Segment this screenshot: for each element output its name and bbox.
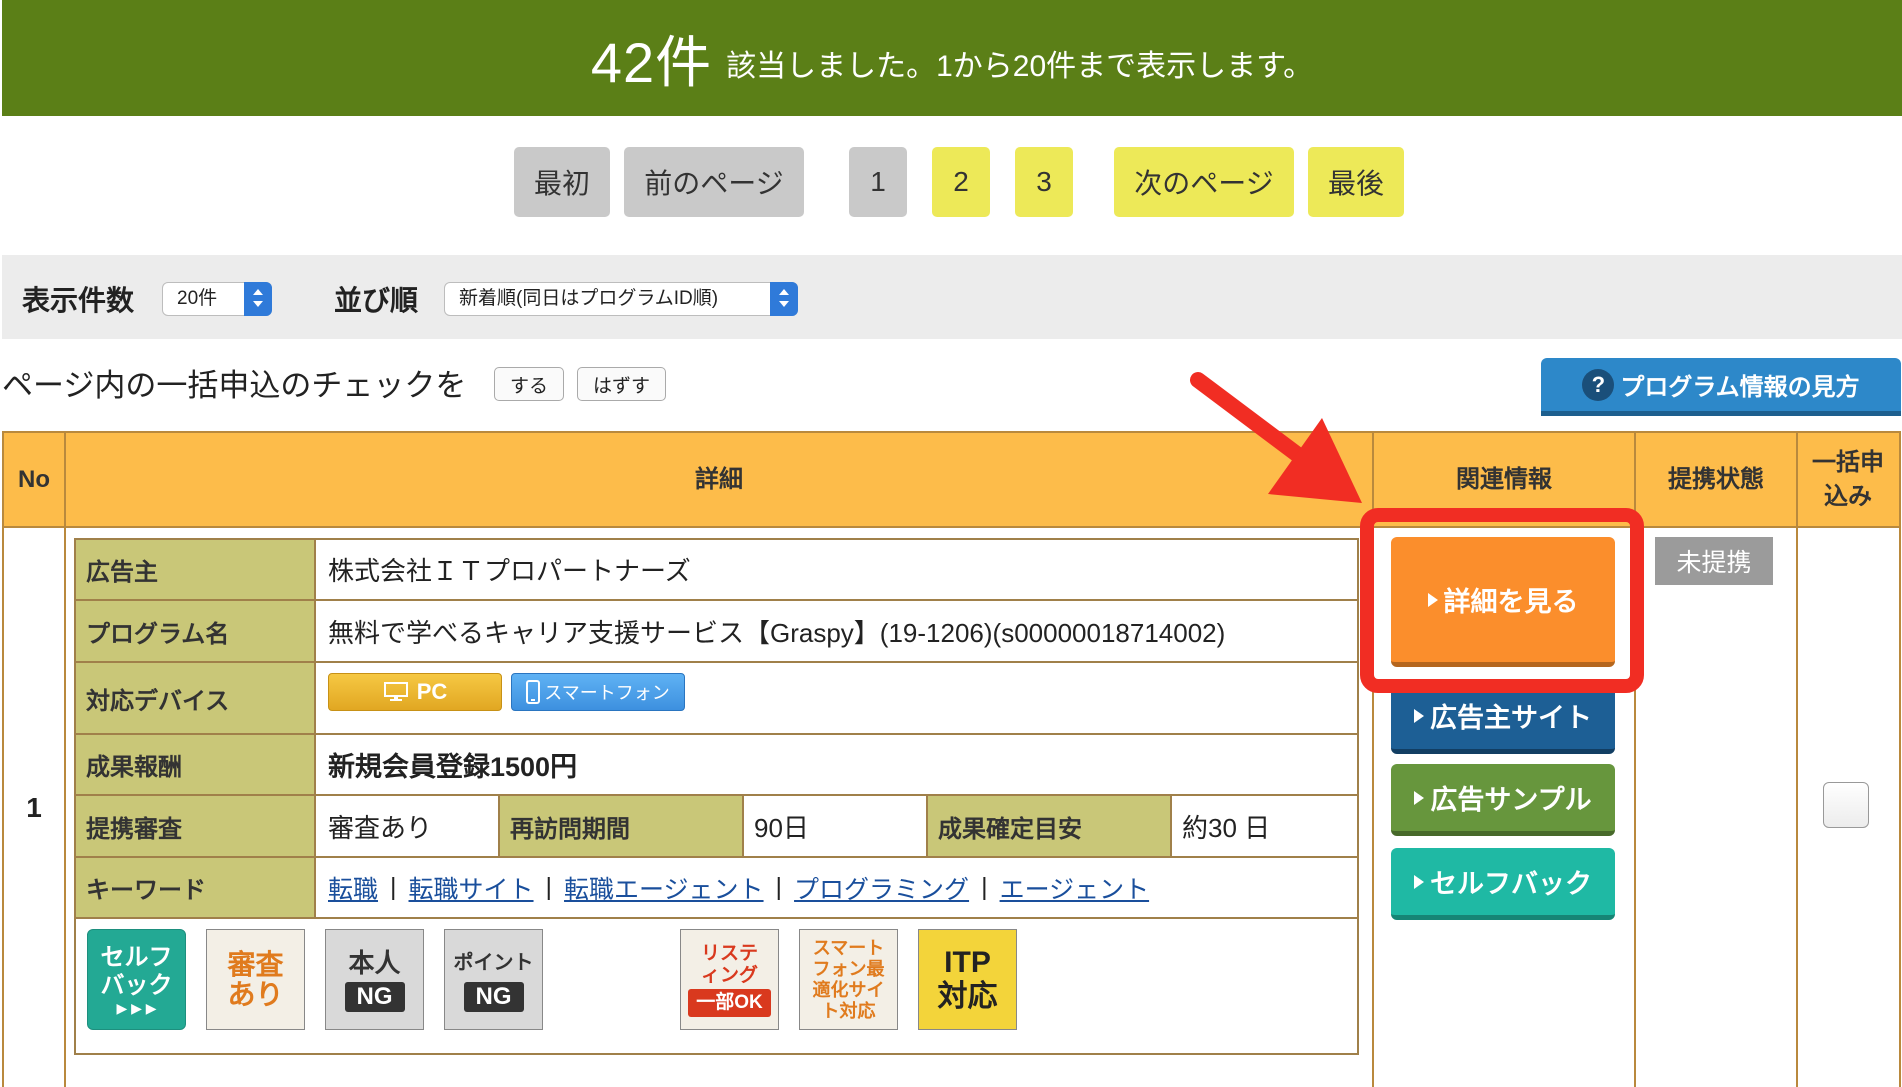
select-arrow-icon <box>244 282 272 316</box>
reward-row: 成果報酬 新規会員登録1500円 <box>76 735 1357 796</box>
play-icon <box>1414 874 1424 889</box>
partnership-status-badge: 未提携 <box>1655 537 1773 585</box>
bulk-apply-checkbox[interactable] <box>1823 782 1869 828</box>
play-icon <box>1414 790 1425 805</box>
keyword-link[interactable]: プログラミング <box>794 870 969 906</box>
program-row: プログラム名 無料で学べるキャリア支援サービス【Graspy】(19-1206)… <box>76 601 1357 663</box>
keyword-row: キーワード 転職 | 転職サイト | 転職エージェント | プログラミング | … <box>76 858 1357 919</box>
sort-select[interactable]: 新着順(同日はプログラムID順) <box>444 282 798 316</box>
keyword-separator: | <box>981 873 988 901</box>
program-value: 無料で学べるキャリア支援サービス【Graspy】(19-1206)(s00000… <box>328 617 1226 648</box>
smartphone-icon <box>526 680 541 704</box>
review-label: 提携審査 <box>76 796 316 856</box>
listing-top: リスティング <box>700 942 758 986</box>
smartphone-device-badge: スマートフォン <box>511 673 685 711</box>
reward-value: 新規会員登録1500円 <box>328 752 578 782</box>
header-bulk: 一括申込み <box>1812 448 1884 510</box>
filter-bar: 表示件数 20件 並び順 新着順(同日はプログラムID順) <box>2 255 1902 339</box>
selfback-badge: セルフバック ▶ ▶ ▶ <box>87 929 186 1030</box>
row-number: 1 <box>26 792 42 823</box>
ad-sample-button[interactable]: 広告サンプル <box>1391 764 1615 836</box>
program-detail: 広告主 株式会社ＩＴプロパートナーズ プログラム名 無料で学べるキャリア支援サー… <box>74 538 1359 1055</box>
highlight-box <box>1360 508 1644 693</box>
review-badge: 審査あり <box>206 929 305 1030</box>
play-arrows-icon: ▶ ▶ ▶ <box>116 999 157 1016</box>
keyword-list: 転職 | 転職サイト | 転職エージェント | プログラミング | エージェント <box>318 858 1149 917</box>
last-page-button[interactable]: 最後 <box>1308 147 1404 217</box>
header-no: No <box>18 465 50 493</box>
keyword-link[interactable]: 転職 <box>328 870 378 906</box>
device-label: 対応デバイス <box>76 663 316 733</box>
result-banner: 42件 該当しました。1から20件まで表示します。 <box>2 0 1902 116</box>
selfback-badge-label: セルフバック <box>100 943 173 999</box>
keyword-separator: | <box>390 873 397 901</box>
self-ng-bottom: NG <box>344 981 405 1012</box>
per-page-label: 表示件数 <box>22 285 135 316</box>
sort-label: 並び順 <box>334 285 419 316</box>
page-1-button[interactable]: 1 <box>849 147 907 217</box>
confirm-value: 約30 日 <box>1182 812 1271 843</box>
point-ng-top: ポイント <box>453 951 534 974</box>
per-page-value: 20件 <box>177 288 218 309</box>
smartphone-device-label: スマートフォン <box>544 683 670 703</box>
first-page-button[interactable]: 最初 <box>514 147 610 217</box>
page-3-button[interactable]: 3 <box>1015 147 1073 217</box>
uncheck-all-button[interactable]: はずす <box>577 367 666 401</box>
itp-badge: ITP対応 <box>918 929 1017 1030</box>
selfback-button[interactable]: セルフバック <box>1391 848 1615 920</box>
keyword-link[interactable]: 転職サイト <box>409 870 534 906</box>
keyword-separator: | <box>775 873 783 901</box>
help-button-label: プログラム情報の見方 <box>1620 374 1860 401</box>
bulk-check-label: ページ内の一括申込のチェックを <box>2 368 467 403</box>
review-row: 提携審査 審査あり 再訪問期間 90日 成果確定目安 約30 日 <box>76 796 1357 858</box>
sort-value: 新着順(同日はプログラムID順) <box>459 288 719 309</box>
keyword-label: キーワード <box>76 858 316 917</box>
keyword-separator: | <box>545 873 553 901</box>
point-ng-badge: ポイント NG <box>444 929 543 1030</box>
program-info-help-button[interactable]: ? プログラム情報の見方 <box>1541 358 1901 416</box>
header-status: 提携状態 <box>1668 465 1764 493</box>
check-all-button[interactable]: する <box>494 367 564 401</box>
review-value: 審査あり <box>318 796 500 856</box>
per-page-select[interactable]: 20件 <box>162 282 272 316</box>
listing-bottom: 一部OK <box>688 988 771 1017</box>
confirm-label: 成果確定目安 <box>928 796 1172 856</box>
question-icon: ? <box>1582 368 1615 401</box>
pagination: 最初 前のページ 1 2 3 次のページ 最後 <box>0 147 1902 217</box>
listing-badge: リスティング 一部OK <box>680 929 779 1030</box>
revisit-value: 90日 <box>744 796 928 856</box>
revisit-label: 再訪問期間 <box>500 796 744 856</box>
smartphone-optimized-badge: スマートフォン最適化サイト対応 <box>799 929 898 1030</box>
pc-device-label: PC <box>416 679 448 704</box>
reward-label: 成果報酬 <box>76 735 316 794</box>
result-message: 該当しました。1から20件まで表示します。 <box>726 50 1314 83</box>
page-2-button[interactable]: 2 <box>932 147 990 217</box>
advertiser-label: 広告主 <box>76 540 316 599</box>
advertiser-value: 株式会社ＩＴプロパートナーズ <box>328 556 691 586</box>
header-detail: 詳細 <box>695 465 743 493</box>
keyword-link[interactable]: 転職エージェント <box>564 870 764 906</box>
advertiser-row: 広告主 株式会社ＩＴプロパートナーズ <box>76 540 1357 601</box>
pc-device-badge: PC <box>328 673 502 711</box>
program-label: プログラム名 <box>76 601 316 661</box>
device-row: 対応デバイス PC スマートフォン <box>76 663 1357 735</box>
next-page-button[interactable]: 次のページ <box>1114 147 1294 217</box>
feature-badges: セルフバック ▶ ▶ ▶ 審査あり 本人 NG ポイント NG リスティング 一… <box>76 919 1357 1053</box>
selfback-label: セルフバック <box>1430 869 1592 899</box>
ad-sample-label: 広告サンプル <box>1430 785 1592 815</box>
advertiser-site-label: 広告主サイト <box>1430 703 1592 733</box>
self-ng-top: 本人 <box>348 947 401 978</box>
result-count: 42件 <box>590 30 713 94</box>
point-ng-bottom: NG <box>463 981 524 1012</box>
monitor-icon <box>383 682 408 701</box>
play-icon <box>1414 708 1424 723</box>
select-arrow-icon <box>770 282 798 316</box>
self-ng-badge: 本人 NG <box>325 929 424 1030</box>
prev-page-button[interactable]: 前のページ <box>624 147 804 217</box>
keyword-link[interactable]: エージェント <box>1000 870 1150 906</box>
